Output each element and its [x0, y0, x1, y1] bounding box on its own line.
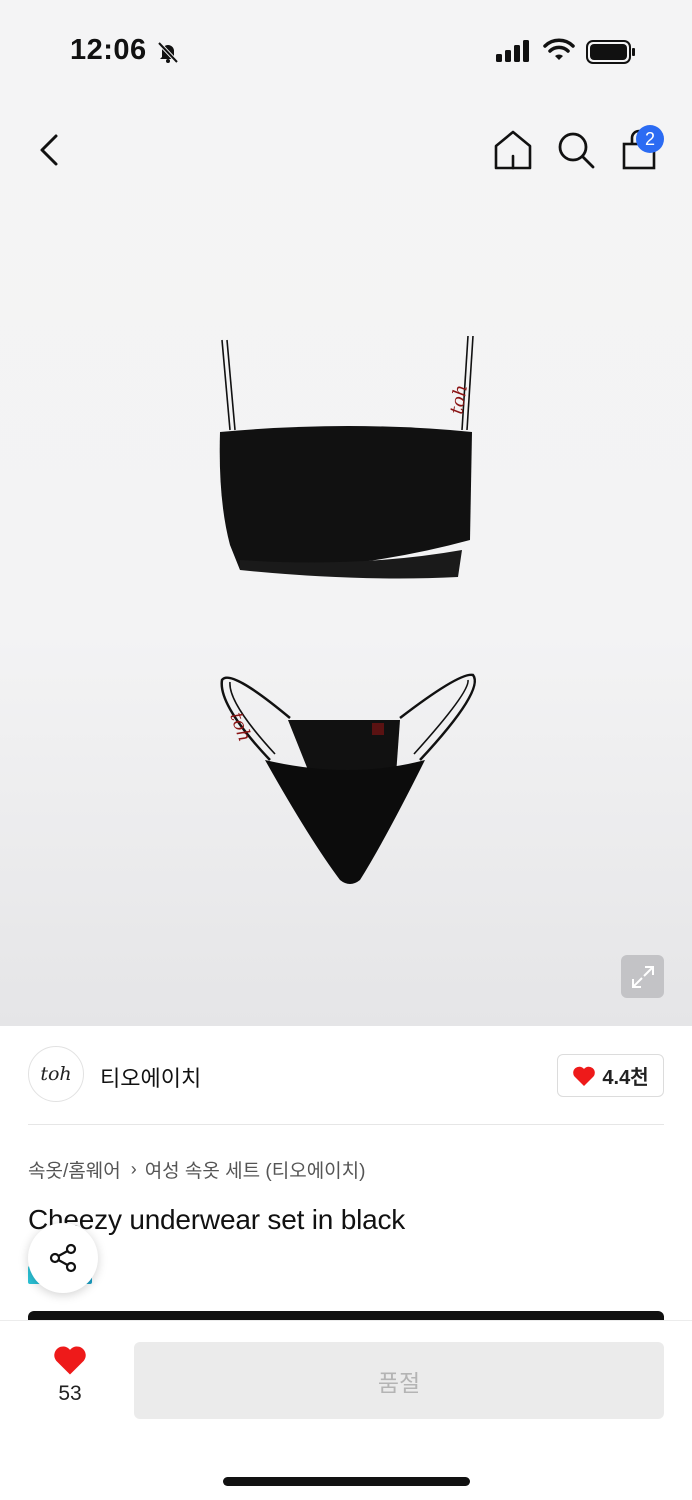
home-indicator: [223, 1477, 470, 1486]
chevron-right-icon: ›: [130, 1159, 137, 1179]
wishlist-count: 53: [58, 1382, 82, 1405]
home-icon: [494, 130, 532, 170]
breadcrumb: 속옷/홈웨어 › 여성 속옷 세트 (티오에이치): [28, 1156, 365, 1183]
home-button[interactable]: [490, 128, 536, 172]
status-bar: 12:06: [0, 0, 692, 100]
soldout-button[interactable]: 품절: [134, 1342, 664, 1419]
cart-count-badge: 2: [636, 125, 664, 153]
share-button[interactable]: [28, 1223, 98, 1293]
search-icon: [558, 132, 595, 169]
status-time: 12:06: [70, 34, 147, 66]
brand-name[interactable]: 티오에이치: [100, 1061, 201, 1093]
wifi-icon: [543, 38, 575, 67]
back-button[interactable]: [32, 128, 72, 172]
brand-row: toh 티오에이치 4.4천: [28, 1046, 664, 1106]
signal-icon: [496, 40, 532, 67]
brand-logo-text: toh: [40, 1063, 72, 1085]
back-icon: [40, 134, 58, 166]
heart-icon: [54, 1346, 86, 1375]
product-image[interactable]: toh toh: [200, 320, 500, 900]
search-button[interactable]: [554, 128, 598, 172]
breadcrumb-item[interactable]: 속옷/홈웨어: [28, 1156, 121, 1183]
breadcrumb-item[interactable]: 여성 속옷 세트 (티오에이치): [145, 1156, 366, 1183]
brand-logo[interactable]: toh: [28, 1046, 84, 1102]
expand-icon: [631, 965, 654, 988]
brand-like-button[interactable]: 4.4천: [557, 1054, 664, 1097]
brand-like-count: 4.4천: [602, 1067, 649, 1089]
wishlist-button[interactable]: 53: [40, 1344, 100, 1414]
share-icon: [49, 1243, 77, 1273]
battery-icon: [586, 40, 636, 69]
bell-slash-icon: [156, 40, 180, 69]
expand-image-button[interactable]: [621, 955, 664, 998]
heart-icon: [573, 1066, 596, 1086]
divider: [28, 1124, 664, 1125]
